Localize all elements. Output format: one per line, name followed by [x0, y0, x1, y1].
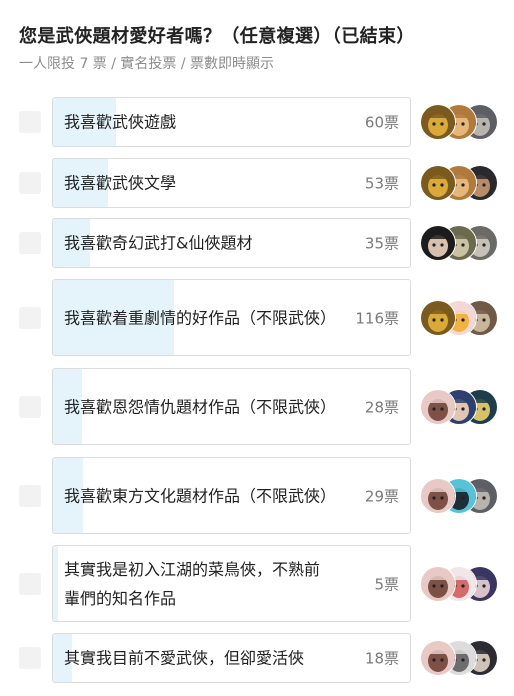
option-checkbox[interactable] [19, 484, 41, 507]
poll-option-card[interactable]: 我喜歡奇幻武打&仙俠題材 35票 [52, 218, 411, 268]
option-checkbox[interactable] [19, 647, 41, 669]
voter-avatars[interactable] [420, 165, 500, 201]
avatar-gold-mask[interactable] [420, 165, 456, 201]
option-checkbox[interactable] [19, 232, 41, 254]
vote-count: 29票 [364, 487, 399, 505]
poll-option-row: 我喜歡恩怨情仇題材作品（不限武俠） 28票 [0, 368, 514, 445]
voter-avatars[interactable] [420, 477, 500, 514]
option-label: 其實我是初入江湖的菜鳥俠，不熟前輩們的知名作品 [64, 559, 321, 608]
avatar-white-hair[interactable] [420, 477, 456, 514]
poll-option-row: 我喜歡着重劇情的好作品（不限武俠） 116票 [0, 279, 514, 356]
voter-avatars[interactable] [420, 225, 500, 261]
option-label: 我喜歡東方文化題材作品（不限武俠） [64, 486, 337, 505]
poll-title: 您是武俠題材愛好者嗎？（任意複選）（已結束） [19, 26, 415, 47]
poll-option-card[interactable]: 其實我目前不愛武俠，但卻愛活俠 18票 [52, 633, 411, 683]
vote-share-bar [53, 546, 59, 621]
avatar-white-hair[interactable] [420, 640, 456, 676]
avatar-gold-mask[interactable] [420, 299, 456, 336]
option-checkbox[interactable] [19, 306, 41, 329]
option-label: 我喜歡着重劇情的好作品（不限武俠） [64, 308, 337, 327]
avatar-gold-mask[interactable] [420, 104, 456, 140]
vote-count: 18票 [364, 649, 399, 668]
option-checkbox[interactable] [19, 395, 41, 418]
poll-option-row: 其實我是初入江湖的菜鳥俠，不熟前輩們的知名作品 5票 [0, 545, 514, 622]
voter-avatars[interactable] [420, 565, 500, 602]
poll-option-row: 其實我目前不愛武俠，但卻愛活俠 18票 [0, 633, 514, 683]
option-checkbox[interactable] [19, 572, 41, 595]
poll-option-card[interactable]: 我喜歡武俠遊戲 60票 [52, 97, 411, 147]
option-checkbox[interactable] [19, 172, 41, 194]
poll-option-card[interactable]: 我喜歡恩怨情仇題材作品（不限武俠） 28票 [52, 368, 411, 445]
poll-option-row: 我喜歡武俠文學 53票 [0, 158, 514, 208]
option-label: 我喜歡奇幻武打&仙俠題材 [64, 233, 253, 253]
avatar-dark-hair[interactable] [420, 225, 456, 261]
vote-count: 35票 [364, 234, 399, 253]
avatar-white-hair[interactable] [420, 388, 456, 425]
option-label: 我喜歡武俠遊戲 [64, 112, 177, 132]
option-label: 我喜歡恩怨情仇題材作品（不限武俠） [64, 397, 337, 416]
poll-option-card[interactable]: 我喜歡東方文化題材作品（不限武俠） 29票 [52, 457, 411, 534]
poll-option-card[interactable]: 其實我是初入江湖的菜鳥俠，不熟前輩們的知名作品 5票 [52, 545, 411, 622]
poll-option-row: 我喜歡奇幻武打&仙俠題材 35票 [0, 218, 514, 268]
poll-option-row: 我喜歡東方文化題材作品（不限武俠） 29票 [0, 457, 514, 534]
voter-avatars[interactable] [420, 640, 500, 676]
vote-count: 60票 [364, 113, 399, 132]
poll-option-card[interactable]: 我喜歡武俠文學 53票 [52, 158, 411, 208]
option-label: 我喜歡武俠文學 [64, 173, 177, 193]
vote-count: 53票 [364, 174, 399, 193]
vote-count: 28票 [364, 398, 399, 416]
avatar-white-hair[interactable] [420, 565, 456, 602]
poll-subtitle: 一人限投 7 票 / 實名投票 / 票數即時顯示 [19, 56, 275, 72]
voter-avatars[interactable] [420, 299, 500, 336]
poll-option-card[interactable]: 我喜歡着重劇情的好作品（不限武俠） 116票 [52, 279, 411, 356]
voter-avatars[interactable] [420, 104, 500, 140]
voter-avatars[interactable] [420, 388, 500, 425]
option-checkbox[interactable] [19, 111, 41, 133]
poll-option-row: 我喜歡武俠遊戲 60票 [0, 97, 514, 147]
vote-count: 116票 [355, 309, 399, 327]
option-label: 其實我目前不愛武俠，但卻愛活俠 [64, 648, 305, 668]
vote-count: 5票 [374, 575, 399, 593]
